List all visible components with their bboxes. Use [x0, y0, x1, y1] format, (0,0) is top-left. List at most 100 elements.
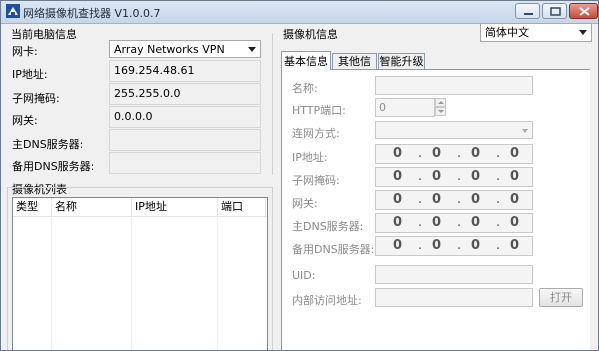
internal-address-input[interactable] [375, 288, 533, 307]
pc-gateway-field: 0.0.0.0 [109, 106, 261, 128]
cam-gateway-label: 网关: [292, 197, 318, 210]
ip-octet-4: 0 [510, 146, 520, 161]
ip-octet-3: 0 [471, 146, 481, 161]
ip-dot: . [496, 192, 501, 207]
camera-info-title: 摄像机信息 [283, 28, 338, 41]
language-value: 简体中文 [485, 26, 529, 39]
uid-input[interactable] [375, 265, 533, 284]
column-divider [217, 216, 218, 350]
column-header-port[interactable]: 端口 [218, 198, 266, 216]
ip-octet-2: 0 [432, 146, 442, 161]
chevron-up-icon [438, 101, 444, 104]
nic-label: 网卡: [12, 45, 38, 58]
pc-mask-label: 子网掩码: [12, 92, 60, 105]
main-window: 网络摄像机查找器 V1.0.0.7 当前电脑信息 网卡: Array Netwo… [0, 0, 599, 351]
pc-ip-label: IP地址: [12, 68, 48, 81]
cam-name-input[interactable] [375, 76, 533, 95]
connect-mode-label: 连网方式: [292, 127, 340, 140]
chevron-down-icon [579, 30, 587, 35]
ip-dot: . [418, 238, 423, 253]
ip-dot: . [457, 238, 462, 253]
ip-dot: . [418, 146, 423, 161]
dns1-octet-4: 0 [510, 215, 520, 230]
column-header-type[interactable]: 类型 [13, 198, 52, 216]
cam-dns2-input[interactable]: 0 . 0 . 0 . 0 [375, 236, 533, 256]
cam-dns2-label: 备用DNS服务器: [292, 243, 375, 256]
ip-dot: . [496, 238, 501, 253]
dns1-octet-2: 0 [432, 215, 442, 230]
pc-dns2-label: 备用DNS服务器: [12, 160, 95, 173]
cam-mask-input[interactable]: 0 . 0 . 0 . 0 [375, 167, 533, 187]
minimize-button[interactable] [515, 3, 540, 19]
uid-label: UID: [292, 269, 316, 282]
close-icon [579, 7, 590, 16]
http-port-label: HTTP端口: [292, 104, 346, 117]
title-bar[interactable]: 网络摄像机查找器 V1.0.0.7 [1, 1, 598, 24]
dns2-octet-3: 0 [471, 238, 481, 253]
tab-other-info[interactable]: 其他信息 [332, 53, 377, 84]
nic-select[interactable]: Array Networks VPN Adapter [109, 40, 261, 73]
cam-ip-label: IP地址: [292, 151, 328, 164]
dns1-octet-1: 0 [393, 215, 403, 230]
window-title: 网络摄像机查找器 V1.0.0.7 [23, 7, 161, 20]
column-header-name[interactable]: 名称 [52, 198, 132, 216]
ip-dot: . [418, 169, 423, 184]
language-select[interactable]: 简体中文 [480, 23, 592, 42]
ip-octet-1: 0 [393, 146, 403, 161]
gateway-octet-2: 0 [432, 192, 442, 207]
pc-dns1-field [109, 129, 261, 151]
close-button[interactable] [569, 3, 598, 19]
dns1-octet-3: 0 [471, 215, 481, 230]
chevron-down-icon [522, 129, 528, 133]
camera-list-view[interactable]: 类型 名称 IP地址 端口 [12, 197, 268, 350]
right-edge-scrollbar [590, 49, 598, 350]
pc-gateway-label: 网关: [12, 114, 38, 127]
port-decrement-button[interactable] [435, 107, 446, 116]
mask-octet-4: 0 [510, 169, 520, 184]
chevron-down-icon [248, 47, 256, 52]
column-header-ip[interactable]: IP地址 [132, 198, 218, 216]
pc-mask-field: 255.255.0.0 [109, 83, 261, 105]
dns2-octet-2: 0 [432, 238, 442, 253]
gateway-octet-1: 0 [393, 192, 403, 207]
camera-list-header: 类型 名称 IP地址 端口 [13, 198, 267, 217]
cam-name-label: 名称: [292, 82, 318, 95]
ip-dot: . [418, 215, 423, 230]
cam-ip-input[interactable]: 0 . 0 . 0 . 0 [375, 144, 533, 164]
tab-smart-upgrade[interactable]: 智能升级 [378, 53, 425, 69]
mask-octet-1: 0 [393, 169, 403, 184]
cam-dns1-input[interactable]: 0 . 0 . 0 . 0 [375, 213, 533, 233]
connect-mode-select[interactable] [375, 121, 533, 139]
open-button[interactable]: 打开 [539, 288, 583, 307]
internal-address-label: 内部访问地址: [292, 294, 362, 307]
maximize-button[interactable] [542, 3, 567, 19]
pc-dns1-label: 主DNS服务器: [12, 138, 84, 151]
pc-ip-field: 169.254.48.61 [109, 60, 261, 82]
mask-octet-2: 0 [432, 169, 442, 184]
dns2-octet-1: 0 [393, 238, 403, 253]
column-divider [51, 216, 52, 350]
ip-dot: . [457, 169, 462, 184]
ip-dot: . [418, 192, 423, 207]
minimize-icon [524, 13, 533, 15]
pc-dns2-field [109, 152, 261, 174]
cam-gateway-input[interactable]: 0 . 0 . 0 . 0 [375, 190, 533, 210]
ip-dot: . [457, 146, 462, 161]
chevron-down-icon [438, 110, 444, 113]
gateway-octet-3: 0 [471, 192, 481, 207]
column-divider [131, 216, 132, 350]
cam-dns1-label: 主DNS服务器: [292, 220, 364, 233]
cam-mask-label: 子网掩码: [292, 174, 340, 187]
maximize-icon [550, 7, 561, 16]
ip-dot: . [457, 215, 462, 230]
dns2-octet-4: 0 [510, 238, 520, 253]
mask-octet-3: 0 [471, 169, 481, 184]
ip-dot: . [496, 146, 501, 161]
ip-dot: . [457, 192, 462, 207]
http-port-input[interactable]: 0 [375, 98, 435, 117]
ip-dot: . [496, 169, 501, 184]
app-logo-icon [6, 4, 20, 18]
gateway-octet-4: 0 [510, 192, 520, 207]
tab-basic-info[interactable]: 基本信息 [281, 51, 331, 70]
port-increment-button[interactable] [435, 98, 446, 107]
